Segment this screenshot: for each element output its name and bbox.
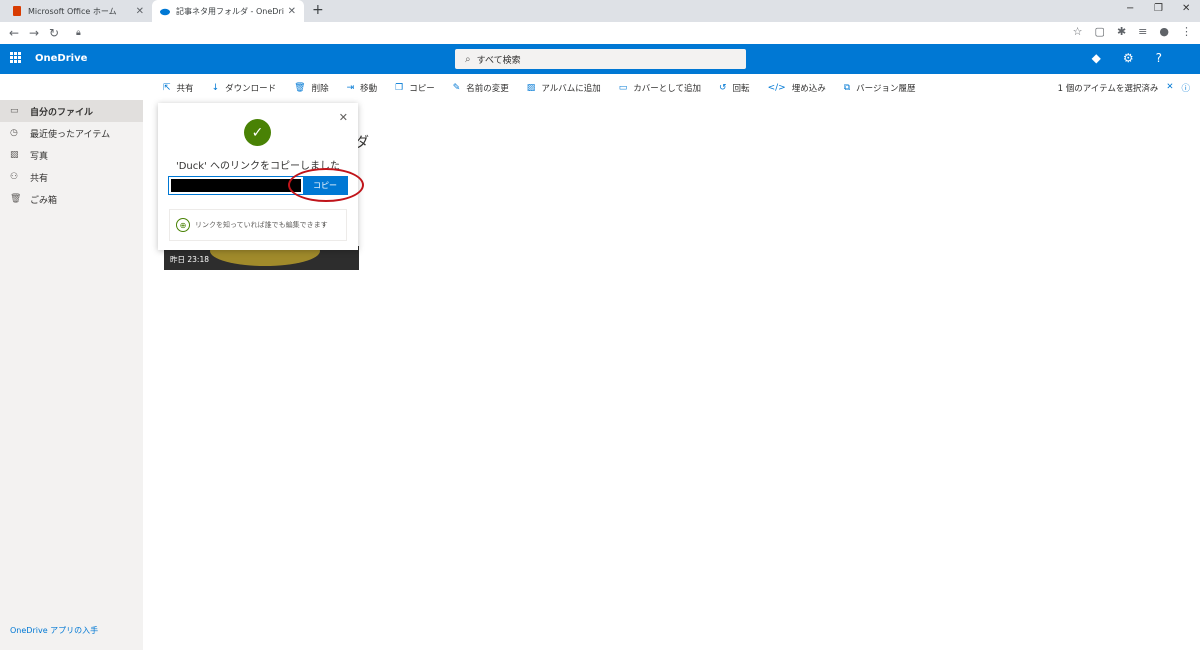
move-command[interactable]: ⇥ 移動 [347, 82, 378, 94]
sidebar-item-photos[interactable]: ▨ 写真 [0, 144, 143, 166]
close-icon[interactable]: ✕ [339, 111, 348, 124]
photo-icon: ▨ [10, 150, 19, 160]
forward-arrow-icon[interactable]: → [24, 26, 44, 40]
delete-icon: 🗑︎ [294, 83, 306, 93]
sidebar-item-my-files[interactable]: ▭ 自分のファイル [0, 100, 143, 122]
tab-title: 記事ネタ用フォルダ - OneDrive [176, 6, 284, 16]
app-title[interactable]: OneDrive [35, 53, 87, 64]
search-placeholder: すべて検索 [476, 55, 521, 66]
premium-diamond-icon[interactable]: ◆ [1092, 51, 1101, 65]
sidebar-item-recent[interactable]: ◷ 最近使ったアイテム [0, 122, 143, 144]
chevron-right-icon: › [322, 220, 326, 230]
close-window-button[interactable]: ✕ [1182, 3, 1190, 14]
browser-tab-bar: Microsoft Office ホーム ✕ 記事ネタ用フォルダ - OneDr… [0, 0, 1200, 22]
recycle-bin-icon: 🗑︎ [10, 194, 22, 204]
permission-text: リンクを知っていれば誰でも編集できます [195, 221, 328, 229]
extension-page-icon[interactable]: ▢ [1095, 25, 1105, 38]
rename-command[interactable]: ✎ 名前の変更 [453, 82, 509, 94]
command-bar: ⇱ 共有 ↓ ダウンロード 🗑︎ 削除 ⇥ 移動 ❐ コピー ✎ 名前の変更 ▨ アルバムに追… [143, 78, 1200, 98]
bookmark-star-icon[interactable]: ☆ [1073, 25, 1083, 38]
left-nav: ▭ 自分のファイル ◷ 最近使ったアイテム ▨ 写真 ⚇ 共有 🗑︎ ごみ箱 OneDri… [0, 100, 143, 650]
info-pane-icon[interactable]: ⓘ [1181, 82, 1190, 94]
shared-people-icon: ⚇ [10, 172, 19, 182]
globe-icon: ⊕ [176, 218, 190, 232]
share-command[interactable]: ⇱ 共有 [163, 82, 194, 94]
rotate-icon: ↺ [719, 83, 727, 93]
link-settings-button[interactable]: ⊕ リンクを知っていれば誰でも編集できます › [169, 209, 347, 241]
browser-menu-icon[interactable]: ⋮ [1181, 25, 1192, 38]
download-icon: ↓ [211, 83, 220, 93]
address-bar: ← → ↻ 🔒︎ ☆ ▢ ✱ ≡ ● ⋮ [0, 22, 1200, 44]
close-tab-icon[interactable]: ✕ [136, 6, 144, 17]
header-icons: ◆ ⚙ ? [1092, 51, 1162, 65]
onedrive-cloud-icon [160, 6, 170, 16]
add-album-icon: ▨ [526, 83, 536, 93]
close-tab-icon[interactable]: ✕ [288, 6, 296, 17]
selection-info: 1 個のアイテムを選択済み ✕ ⓘ [1058, 82, 1190, 94]
lock-icon[interactable]: 🔒︎ [76, 28, 81, 38]
extensions-puzzle-icon[interactable]: ✱ [1117, 25, 1126, 38]
embed-command[interactable]: </> 埋め込み [768, 82, 826, 94]
success-check-icon: ✓ [244, 119, 271, 146]
reading-list-icon[interactable]: ≡ [1138, 25, 1147, 38]
settings-gear-icon[interactable]: ⚙ [1123, 51, 1134, 65]
help-icon[interactable]: ? [1156, 51, 1162, 65]
sidebar-item-shared[interactable]: ⚇ 共有 [0, 166, 143, 188]
add-cover-command[interactable]: ▭ カバーとして追加 [619, 82, 701, 94]
browser-tab-onedrive[interactable]: 記事ネタ用フォルダ - OneDrive ✕ [152, 0, 304, 22]
app-launcher-icon[interactable] [10, 52, 21, 63]
browser-toolbar-icons: ☆ ▢ ✱ ≡ ● ⋮ [1073, 25, 1192, 38]
move-icon: ⇥ [346, 83, 355, 93]
version-history-command[interactable]: ⧉ バージョン履歴 [844, 82, 916, 94]
search-icon: ⌕ [465, 53, 471, 65]
new-tab-button[interactable]: + [312, 2, 324, 18]
embed-icon: </> [767, 83, 786, 93]
minimize-button[interactable]: − [1126, 3, 1134, 14]
sidebar-item-recycle-bin[interactable]: 🗑︎ ごみ箱 [0, 188, 143, 210]
download-command[interactable]: ↓ ダウンロード [212, 82, 277, 94]
office-logo-icon [12, 6, 22, 16]
copy-icon: ❐ [395, 83, 404, 93]
folder-icon: ▭ [10, 106, 19, 116]
add-cover-icon: ▭ [618, 83, 628, 93]
version-history-icon: ⧉ [843, 83, 851, 93]
back-arrow-icon[interactable]: ← [4, 26, 24, 40]
reload-icon[interactable]: ↻ [44, 26, 64, 40]
recent-clock-icon: ◷ [10, 128, 18, 138]
highlight-ring-annotation [288, 168, 364, 202]
restore-button[interactable]: ❐ [1154, 3, 1163, 14]
rotate-command[interactable]: ↺ 回転 [719, 82, 750, 94]
onedrive-header: OneDrive ⌕ すべて検索 ◆ ⚙ ? [0, 44, 1200, 74]
get-app-link[interactable]: OneDrive アプリの入手 [10, 625, 98, 636]
copy-command[interactable]: ❐ コピー [395, 82, 435, 94]
share-icon: ⇱ [163, 83, 171, 93]
profile-avatar-icon[interactable]: ● [1159, 25, 1169, 38]
delete-command[interactable]: 🗑︎ 削除 [294, 82, 328, 94]
redacted-link [171, 179, 301, 192]
browser-tab-office[interactable]: Microsoft Office ホーム ✕ [4, 0, 152, 22]
search-box[interactable]: ⌕ すべて検索 [455, 49, 746, 69]
rename-icon: ✎ [452, 83, 461, 93]
tile-date: 昨日 23:18 [170, 255, 209, 264]
selection-count: 1 個のアイテムを選択済み [1057, 84, 1159, 94]
clear-selection-icon[interactable]: ✕ [1166, 82, 1173, 94]
tab-title: Microsoft Office ホーム [28, 6, 117, 16]
add-album-command[interactable]: ▨ アルバムに追加 [527, 82, 601, 94]
